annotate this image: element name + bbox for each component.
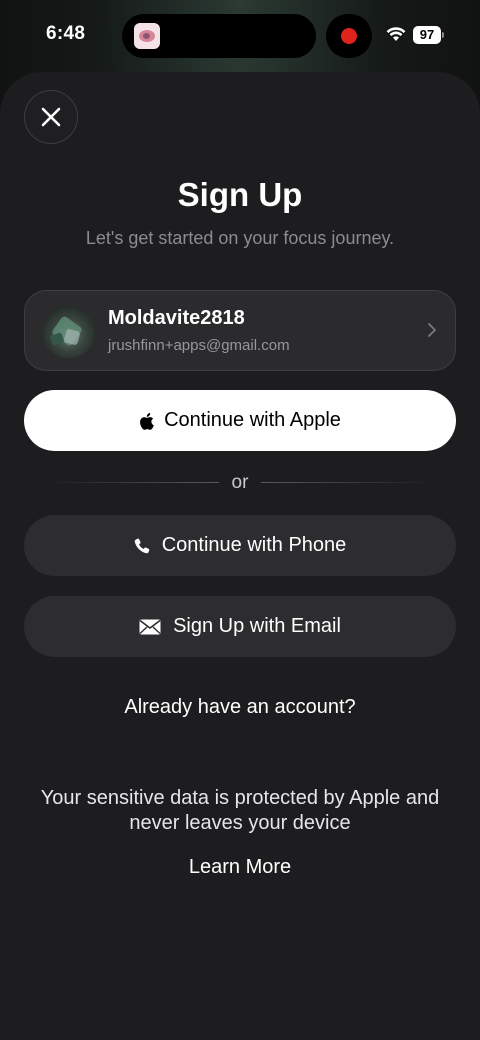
privacy-notice: Your sensitive data is protected by Appl… bbox=[40, 787, 440, 834]
avatar bbox=[43, 306, 95, 358]
continue-with-apple-button[interactable]: Continue with Apple bbox=[24, 390, 456, 451]
apple-button-label: Continue with Apple bbox=[164, 409, 341, 431]
account-name: Moldavite2818 bbox=[108, 307, 245, 329]
sign-up-with-email-button[interactable]: Sign Up with Email bbox=[24, 596, 456, 657]
already-have-account-link[interactable]: Already have an account? bbox=[0, 696, 480, 719]
screen: 6:48 97 Sign Up Let's get started on you… bbox=[0, 0, 480, 1040]
phone-icon bbox=[134, 538, 150, 553]
status-bar: 6:48 97 bbox=[0, 0, 480, 72]
continue-with-phone-button[interactable]: Continue with Phone bbox=[24, 515, 456, 576]
saved-account-card[interactable]: Moldavite2818 jrushfinn+apps@gmail.com bbox=[24, 290, 456, 371]
divider-line-right bbox=[261, 482, 436, 483]
or-divider: or bbox=[44, 470, 436, 496]
phone-button-label: Continue with Phone bbox=[161, 534, 347, 556]
status-time: 6:48 bbox=[46, 23, 86, 44]
page-subtitle: Let's get started on your focus journey. bbox=[85, 228, 395, 248]
divider-text: or bbox=[231, 472, 249, 493]
dynamic-island[interactable] bbox=[122, 14, 316, 58]
apple-icon bbox=[140, 412, 154, 430]
screen-recording-indicator[interactable] bbox=[326, 14, 372, 58]
battery-indicator: 97 bbox=[413, 26, 441, 44]
wifi-icon bbox=[386, 27, 406, 41]
battery-cap bbox=[442, 32, 444, 38]
sign-up-sheet: Sign Up Let's get started on your focus … bbox=[0, 72, 480, 1040]
learn-more-link[interactable]: Learn More bbox=[0, 856, 480, 879]
email-button-label: Sign Up with Email bbox=[173, 615, 341, 637]
app-icon bbox=[134, 23, 160, 49]
close-button[interactable] bbox=[24, 90, 78, 144]
chevron-right-icon bbox=[428, 323, 436, 337]
page-title: Sign Up bbox=[177, 176, 303, 213]
close-icon bbox=[41, 107, 61, 127]
account-email: jrushfinn+apps@gmail.com bbox=[108, 337, 290, 354]
recording-dot-icon bbox=[341, 28, 357, 44]
envelope-icon bbox=[139, 619, 161, 634]
